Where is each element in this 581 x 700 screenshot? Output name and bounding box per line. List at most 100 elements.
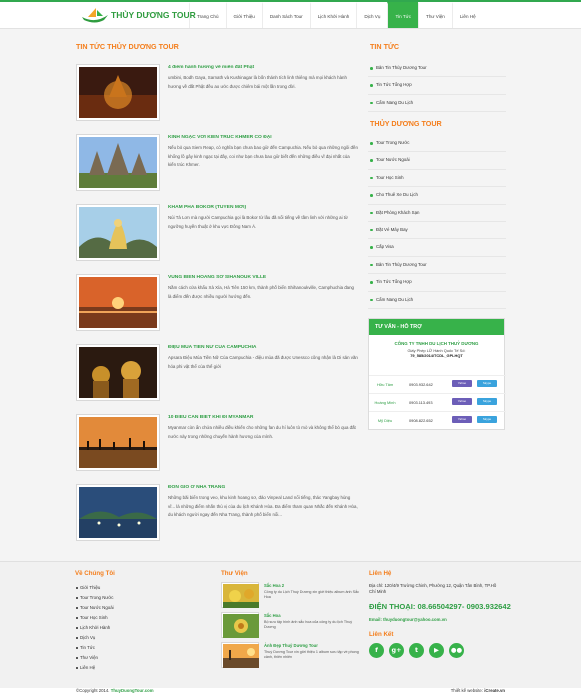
support-contact-name: Mỹ Diệu — [377, 418, 393, 423]
footer-about-heading: Về Chúng Tôi — [75, 570, 115, 577]
site-link[interactable]: ThuyDuongTour.com — [111, 688, 154, 693]
sidebar-link[interactable]: Tour Nước Ngoài — [368, 152, 506, 170]
bottom-bar: ©Copyright 2014. ThuyDuongTour.com Thiết… — [0, 688, 581, 700]
google-plus-icon[interactable]: g+ — [389, 643, 404, 658]
footer-link[interactable]: Tour Nước Ngoài — [76, 605, 114, 610]
library-title[interactable]: Sắc Hoa 2 — [264, 583, 284, 588]
flickr-icon[interactable]: ●● — [449, 643, 464, 658]
nav-item[interactable]: Thư Viện — [418, 2, 452, 28]
news-item: ĐÓN GIÓ Ở NHA TRANG Những bãi biển trong … — [74, 484, 361, 554]
sidebar-link[interactable]: Cho Thuê Xe Du Lịch — [368, 187, 506, 205]
news-thumbnail[interactable] — [76, 414, 160, 471]
library-thumbnail[interactable] — [221, 612, 259, 638]
nav-item[interactable]: Dịch Vụ — [356, 2, 387, 28]
sidebar-link[interactable]: Cẩm Nang Du Lịch — [368, 95, 506, 113]
news-title-link[interactable]: ĐIỆU MÚA TIÊN NỮ CỦA CAMPUCHIA — [168, 345, 358, 350]
footer-contact-heading: Liên Hệ — [369, 570, 392, 577]
news-item: ĐIỆU MÚA TIÊN NỮ CỦA CAMPUCHIA Apsara Điệ… — [74, 344, 361, 414]
news-title-link[interactable]: ĐÓN GIÓ Ở NHA TRANG — [168, 485, 358, 490]
news-thumbnail[interactable] — [76, 344, 160, 401]
library-item[interactable]: Ảnh Đẹp Thuỷ Dương Tour Thuỷ Dương Tour x… — [221, 642, 361, 670]
twitter-icon[interactable]: t — [409, 643, 424, 658]
news-thumbnail[interactable] — [76, 64, 160, 121]
library-title[interactable]: Sắc Hoa — [264, 613, 281, 618]
library-thumbnail[interactable] — [221, 582, 259, 608]
sidebar-link[interactable]: Tour Học Sinh — [368, 170, 506, 188]
footer-link[interactable]: Dịch Vụ — [75, 635, 95, 640]
news-title-link[interactable]: KINH NGẠC VỚI KIẾN TRÚC KHMER CỔ ĐẠI — [168, 135, 358, 140]
sidebar-link[interactable]: Cẩm Nang Du Lịch — [368, 292, 506, 309]
yahoo-chat-button[interactable]: Yahoo — [452, 380, 472, 387]
sidebar-link[interactable]: Tin Tức Tổng Hợp — [368, 77, 506, 95]
support-contact-row: Hoàng Minh 0903.113.493 Yahoo Skype — [369, 393, 506, 411]
footer-link[interactable]: Thư Viện — [76, 655, 98, 660]
skype-chat-button[interactable]: Skype — [477, 398, 497, 405]
sidebar-link[interactable]: Bản Tin Thủy Dương Tour — [368, 257, 506, 275]
yahoo-chat-button[interactable]: Yahoo — [452, 416, 472, 423]
news-title-link[interactable]: 4 điểm hành hương về miền đất Phật — [168, 65, 358, 70]
news-summary: Nằm cách cửa khẩu Xà Xía, Hà Tiên 150 km… — [168, 285, 354, 299]
news-title-link[interactable]: KHÁM PHÁ BOKOR (TUYẾN MỚI) — [168, 205, 358, 210]
nav-item[interactable]: Lịch Khởi Hành — [309, 2, 357, 28]
copyright-text: ©Copyright 2014. — [76, 688, 110, 693]
support-contact-phone[interactable]: 0908.822.652 — [409, 418, 433, 423]
skype-chat-button[interactable]: Skype — [477, 416, 497, 423]
footer-link[interactable]: Lịch Khởi Hành — [75, 625, 110, 630]
footer-phone: ĐIỆN THOẠI: 08.66504297- 0903.932642 — [369, 602, 511, 611]
support-contact-row: Hữu Tâm 0903.932.642 Yahoo Skype — [369, 375, 506, 393]
nav-item[interactable]: Trang Chủ — [189, 2, 226, 28]
news-list: 4 điểm hành hương về miền đất Phật umbini… — [74, 64, 361, 554]
footer-link[interactable]: Tour Học Sinh — [76, 615, 108, 620]
facebook-icon[interactable]: f — [369, 643, 384, 658]
youtube-icon[interactable]: ▶ — [429, 643, 444, 658]
designer-link[interactable]: iCreate.vn — [484, 688, 505, 693]
footer-address: Địa chỉ: 120/4/9 Trường Chinh, Phường 12… — [369, 583, 497, 594]
nav-item[interactable]: Liên Hệ — [451, 2, 483, 28]
library-thumbnail[interactable] — [221, 642, 259, 668]
news-thumbnail[interactable] — [76, 134, 160, 191]
skype-chat-button[interactable]: Skype — [477, 380, 497, 387]
news-title-link[interactable]: 10 ĐIỀU CẦN BIẾT KHI ĐI MYANMAR — [168, 415, 358, 420]
yahoo-chat-button[interactable]: Yahoo — [452, 398, 472, 405]
footer-link[interactable]: Tin Tức — [76, 645, 95, 650]
news-title-link[interactable]: VÙNG BIỂN HOANG SƠ SIHANOUK VILLE — [168, 275, 358, 280]
nav-item[interactable]: Danh Sách Tour — [261, 2, 310, 28]
library-item[interactable]: Sắc Hoa 2 Công ty du Lịch Thuỷ Dương xin … — [221, 582, 361, 610]
header: THỦY DƯƠNG TOUR Trang Chủ Giới Thiệu Danh … — [0, 2, 581, 29]
social-links: f g+ t ▶ ●● — [369, 643, 464, 658]
news-summary: umbini, Bodh Gaya, Sarnath và Kushinagar… — [168, 75, 347, 89]
logo[interactable]: THỦY DƯƠNG TOUR — [80, 6, 196, 24]
news-thumbnail[interactable] — [76, 274, 160, 331]
sidebar-link[interactable]: Đặt Vé Máy Bay — [368, 222, 506, 240]
copyright: ©Copyright 2014. ThuyDuongTour.com — [76, 688, 154, 694]
sidebar-link[interactable]: Cấp Visa — [368, 239, 506, 257]
library-item[interactable]: Sắc Hoa Bộ sưu tập hình ảnh sắc hoa của c… — [221, 612, 361, 640]
news-summary: Apsara Điệu Múa Tiên Nữ Của Campuchia - … — [168, 355, 358, 369]
footer-email[interactable]: Email: thuyduongtour@yahoo.com.vn — [369, 617, 447, 623]
library-title[interactable]: Ảnh Đẹp Thuỷ Dương Tour — [264, 643, 318, 648]
footer-link[interactable]: Giới Thiệu — [75, 585, 100, 590]
designer-label: Thiết kế website: — [450, 688, 484, 693]
footer-connect-heading: Liên Kết — [369, 631, 394, 638]
logo-text: THỦY DƯƠNG TOUR — [111, 10, 196, 20]
news-summary: Những bãi biển trong veo, khu kinh hoang… — [168, 495, 358, 518]
nav-item[interactable]: Giới Thiệu — [225, 2, 262, 28]
sidebar-link[interactable]: Tour Trong Nước — [368, 135, 506, 153]
news-thumbnail[interactable] — [76, 484, 160, 541]
footer-link[interactable]: Liên Hệ — [75, 665, 95, 670]
footer-link[interactable]: Tour Trong Nước — [75, 595, 113, 600]
sidebar-link[interactable]: Bản Tin Thủy Dương Tour — [368, 60, 506, 78]
nav-item[interactable]: Tin Tức — [387, 2, 419, 28]
news-summary: Myanmar còn ẩn chứa nhiều điều khiến cho… — [168, 425, 356, 439]
page-title: TIN TỨC THỦY DƯƠNG TOUR — [76, 42, 179, 51]
support-contact-phone[interactable]: 0903.932.642 — [409, 382, 433, 387]
news-thumbnail[interactable] — [76, 204, 160, 261]
sidebar-news-list: Bản Tin Thủy Dương Tour Tin Tức Tổng Hợp C… — [368, 60, 506, 113]
news-item: KHÁM PHÁ BOKOR (TUYẾN MỚI) Núi Tà Lơn mà … — [74, 204, 361, 274]
support-contact-name: Hoàng Minh — [374, 400, 396, 405]
support-contact-phone[interactable]: 0903.113.493 — [409, 400, 433, 405]
sidebar-link[interactable]: Tin Tức Tổng Hợp — [368, 274, 506, 292]
sidebar-tour-heading: THỦY DƯƠNG TOUR — [370, 119, 442, 128]
news-item: KINH NGẠC VỚI KIẾN TRÚC KHMER CỔ ĐẠI Nếu … — [74, 134, 361, 204]
sidebar-link[interactable]: Đặt Phòng Khách Sạn — [368, 205, 506, 222]
